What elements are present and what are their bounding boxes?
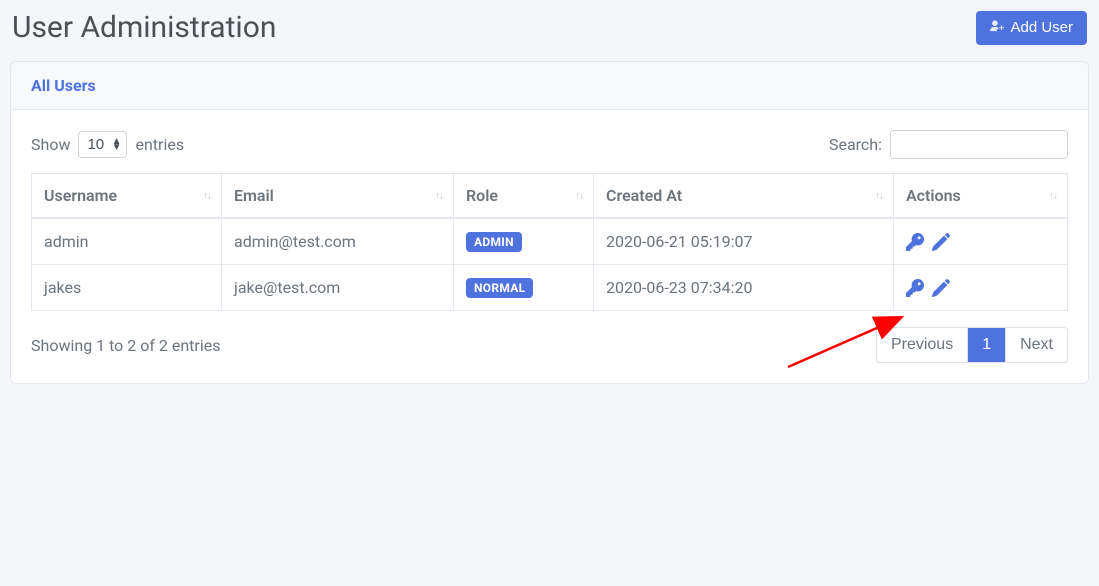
search-label: Search: <box>829 135 882 154</box>
pagination-page[interactable]: 1 <box>968 328 1006 362</box>
role-badge: NORMAL <box>466 278 533 298</box>
col-header-email-label: Email <box>234 186 274 205</box>
edit-icon[interactable] <box>932 279 950 297</box>
key-icon[interactable] <box>906 279 924 297</box>
col-header-email[interactable]: Email ↑↓ <box>222 174 454 219</box>
cell-actions <box>894 265 1068 311</box>
role-badge: ADMIN <box>466 232 522 252</box>
cell-created-at: 2020-06-21 05:19:07 <box>594 218 894 265</box>
table-row: jakesjake@test.com NORMAL 2020-06-23 07:34… <box>32 265 1068 311</box>
add-user-button-label: Add User <box>1010 19 1073 36</box>
col-header-username[interactable]: Username ↑↓ <box>32 174 222 219</box>
edit-icon[interactable] <box>932 233 950 251</box>
entries-length-select[interactable]: 10 <box>78 131 127 158</box>
col-header-actions[interactable]: Actions ↑↓ <box>894 174 1068 219</box>
cell-email: jake@test.com <box>222 265 454 311</box>
sort-icon: ↑↓ <box>1049 192 1057 199</box>
col-header-created-at-label: Created At <box>606 186 682 205</box>
cell-username: jakes <box>32 265 222 311</box>
sort-icon: ↑↓ <box>435 192 443 199</box>
users-table: Username ↑↓ Email ↑↓ Role ↑↓ Created A <box>31 173 1068 311</box>
pagination-next[interactable]: Next <box>1006 328 1067 362</box>
sort-icon: ↑↓ <box>203 192 211 199</box>
show-label: Show <box>31 135 70 154</box>
key-icon[interactable] <box>906 233 924 251</box>
cell-created-at: 2020-06-23 07:34:20 <box>594 265 894 311</box>
pagination-prev[interactable]: Previous <box>877 328 968 362</box>
search-input[interactable] <box>890 130 1068 159</box>
sort-icon: ↑↓ <box>575 192 583 199</box>
col-header-actions-label: Actions <box>906 186 961 205</box>
cell-actions <box>894 218 1068 265</box>
table-info: Showing 1 to 2 of 2 entries <box>31 336 220 355</box>
cell-role: NORMAL <box>454 265 594 311</box>
entries-label: entries <box>135 135 184 154</box>
col-header-username-label: Username <box>44 186 117 205</box>
cell-username: admin <box>32 218 222 265</box>
pagination: Previous 1 Next <box>876 327 1068 363</box>
cell-role: ADMIN <box>454 218 594 265</box>
page-title: User Administration <box>12 10 276 45</box>
table-row: adminadmin@test.com ADMIN 2020-06-21 05:19… <box>32 218 1068 265</box>
entries-length-control: Show 10 ▲▼ entries <box>31 131 184 158</box>
users-card: All Users Show 10 ▲▼ entries Search: <box>10 61 1089 384</box>
card-header: All Users <box>11 62 1088 110</box>
user-plus-icon <box>990 19 1004 37</box>
col-header-role-label: Role <box>466 186 498 205</box>
col-header-created-at[interactable]: Created At ↑↓ <box>594 174 894 219</box>
cell-email: admin@test.com <box>222 218 454 265</box>
col-header-role[interactable]: Role ↑↓ <box>454 174 594 219</box>
sort-icon: ↑↓ <box>875 192 883 199</box>
add-user-button[interactable]: Add User <box>976 11 1087 45</box>
